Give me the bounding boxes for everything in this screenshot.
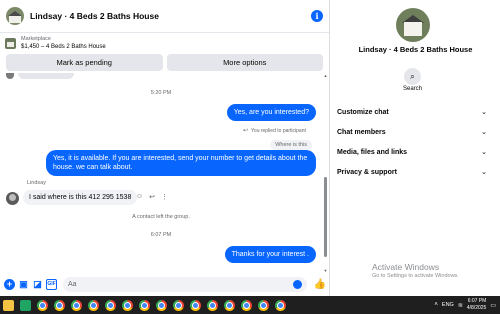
- avatar[interactable]: [6, 192, 19, 205]
- chrome-icon[interactable]: [156, 299, 167, 311]
- more-options-button[interactable]: More options: [166, 54, 323, 71]
- chrome-icon[interactable]: [54, 299, 65, 311]
- chrome-icon[interactable]: [241, 299, 252, 311]
- search-icon[interactable]: ⌕: [404, 68, 421, 85]
- wifi-icon[interactable]: ≋: [458, 302, 463, 309]
- marketplace-label: Marketplace: [21, 36, 51, 42]
- system-message: A contact left the group.: [132, 214, 190, 220]
- reply-arrow-icon: ↩: [243, 128, 249, 134]
- scroll-up-icon[interactable]: ▲: [323, 73, 328, 78]
- message-tools: ☺ ↩ ⋮: [136, 193, 168, 201]
- message-input-placeholder: Aa: [68, 280, 77, 288]
- chrome-icon[interactable]: [122, 299, 133, 311]
- chevron-down-icon: ⌄: [481, 169, 487, 176]
- chat-avatar[interactable]: [6, 7, 24, 25]
- message-list: 5:20 PM Yes, are you interested? ↩ You r…: [0, 73, 322, 273]
- image-icon[interactable]: ▣: [18, 279, 29, 290]
- message-scrollbar[interactable]: ▲ ▼: [323, 73, 328, 273]
- chrome-icon[interactable]: [71, 299, 82, 311]
- menu-label: Media, files and links: [337, 148, 408, 156]
- clock-date: 4/8/2025: [466, 305, 487, 311]
- clock[interactable]: 6:07 PM 4/8/2025: [467, 298, 486, 312]
- previous-message-bubble: [18, 73, 74, 79]
- notification-icon[interactable]: ▭: [490, 302, 496, 309]
- app-icon[interactable]: [20, 299, 31, 311]
- more-icon[interactable]: ⋮: [161, 193, 168, 201]
- react-icon[interactable]: ☺: [136, 193, 143, 201]
- emoji-icon[interactable]: [292, 279, 302, 289]
- listing-actions: Mark as pending More options: [0, 54, 329, 71]
- menu-customize-chat[interactable]: Customize chat ⌄: [337, 108, 487, 117]
- scroll-down-icon[interactable]: ▼: [323, 268, 328, 273]
- chevron-up-icon[interactable]: ˄: [434, 302, 438, 308]
- timestamp: 5:20 PM: [150, 90, 172, 96]
- profile-name: Lindsay · 4 Beds 2 Baths House: [358, 45, 473, 54]
- profile-photo[interactable]: [396, 8, 430, 42]
- listing-thumbnail: [5, 37, 16, 49]
- outgoing-message[interactable]: Yes, are you interested?: [226, 104, 316, 121]
- chrome-icon[interactable]: [173, 299, 184, 311]
- sender-name: Lindsay: [27, 180, 46, 186]
- chrome-icon[interactable]: [258, 299, 269, 311]
- chrome-icon[interactable]: [139, 299, 150, 311]
- replied-note: ↩ You replied to participant: [243, 127, 306, 135]
- chat-header: Lindsay · 4 Beds 2 Baths House i: [0, 0, 329, 33]
- chrome-icon[interactable]: [224, 299, 235, 311]
- chrome-icon[interactable]: [275, 299, 286, 311]
- listing-title: $1,450 – 4 Beds 2 Baths House: [21, 44, 106, 50]
- outgoing-message[interactable]: Yes, it is available. If you are interes…: [46, 150, 316, 176]
- chrome-icon[interactable]: [37, 299, 48, 311]
- menu-chat-members[interactable]: Chat members ⌄: [337, 128, 487, 137]
- incoming-message[interactable]: I said where is this 412 295 1538: [23, 190, 138, 205]
- watermark-subtitle: Go to Settings to activate Windows.: [372, 273, 459, 279]
- chrome-icon[interactable]: [88, 299, 99, 311]
- search-label: Search: [402, 86, 422, 92]
- chrome-icon[interactable]: [190, 299, 201, 311]
- app-window: Lindsay · 4 Beds 2 Baths House i Marketp…: [0, 0, 500, 314]
- clock-time: 6:07 PM: [467, 298, 487, 304]
- gif-icon[interactable]: GIF: [46, 278, 57, 290]
- quoted-message[interactable]: Where is this: [270, 140, 312, 150]
- chevron-down-icon: ⌄: [481, 129, 487, 136]
- menu-media-files-links[interactable]: Media, files and links ⌄: [337, 148, 487, 157]
- system-tray: ˄ ENG ≋ 6:07 PM 4/8/2025 ▭: [434, 296, 496, 314]
- marketplace-listing[interactable]: Marketplace $1,450 – 4 Beds 2 Baths Hous…: [0, 33, 329, 53]
- timestamp: 6:07 PM: [150, 232, 172, 238]
- menu-label: Privacy & support: [337, 168, 397, 176]
- thumbs-up-icon[interactable]: 👍: [314, 279, 326, 290]
- conversation-info-panel: Lindsay · 4 Beds 2 Baths House ⌕ Search …: [331, 0, 500, 296]
- avatar: [6, 73, 14, 79]
- mark-as-pending-button[interactable]: Mark as pending: [6, 54, 163, 71]
- taskbar: ˄ ENG ≋ 6:07 PM 4/8/2025 ▭: [0, 296, 500, 314]
- message-input[interactable]: Aa: [63, 276, 307, 292]
- sticker-icon[interactable]: ◪: [32, 279, 43, 290]
- scroll-thumb[interactable]: [324, 177, 327, 257]
- language-indicator[interactable]: ENG: [442, 302, 454, 308]
- chat-title[interactable]: Lindsay · 4 Beds 2 Baths House: [30, 11, 311, 21]
- activate-windows-watermark: Activate Windows Go to Settings to activ…: [372, 262, 459, 279]
- info-icon[interactable]: i: [311, 10, 323, 22]
- menu-label: Chat members: [337, 128, 386, 136]
- menu-privacy-support[interactable]: Privacy & support ⌄: [337, 168, 487, 177]
- chrome-icon[interactable]: [105, 299, 116, 311]
- house-body: [404, 22, 422, 36]
- replied-note-text: You replied to participant: [251, 127, 306, 134]
- chevron-down-icon: ⌄: [481, 109, 487, 116]
- composer: + ▣ ◪ GIF Aa 👍: [0, 274, 330, 294]
- chrome-icon[interactable]: [207, 299, 218, 311]
- outgoing-message[interactable]: Thanks for your interest .: [224, 246, 316, 263]
- menu-label: Customize chat: [337, 108, 389, 116]
- chevron-down-icon: ⌄: [481, 149, 487, 156]
- watermark-title: Activate Windows: [372, 262, 440, 272]
- reply-icon[interactable]: ↩: [149, 193, 155, 201]
- plus-icon[interactable]: +: [4, 278, 15, 290]
- file-explorer-icon[interactable]: [3, 299, 14, 311]
